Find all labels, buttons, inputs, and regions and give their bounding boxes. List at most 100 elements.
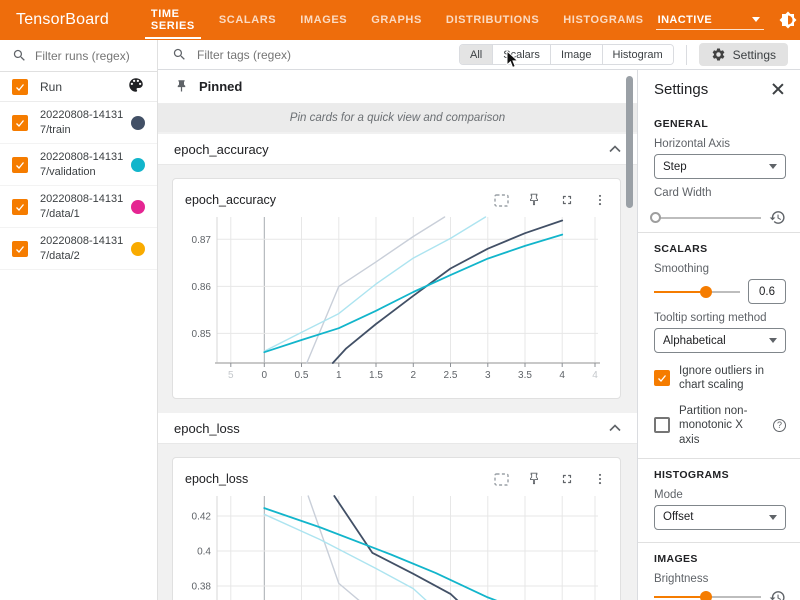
ignore-outliers-checkbox[interactable] xyxy=(654,370,670,386)
pin-card-icon[interactable] xyxy=(526,471,542,487)
run-row[interactable]: 20220808-141317/data/1 xyxy=(0,186,157,228)
settings-toggle-button[interactable]: Settings xyxy=(699,43,788,66)
help-icon[interactable]: ? xyxy=(773,419,786,432)
search-icon xyxy=(12,48,27,63)
run-checkbox[interactable] xyxy=(12,241,28,257)
brightness-slider[interactable] xyxy=(654,591,761,600)
filter-image-button[interactable]: Image xyxy=(551,45,603,64)
app-logo: TensorBoard xyxy=(16,11,109,29)
svg-text:0.5: 0.5 xyxy=(295,370,309,381)
tooltip-sorting-label: Tooltip sorting method xyxy=(654,312,786,324)
card-width-slider[interactable] xyxy=(654,212,761,224)
cards-scroll-area[interactable]: Pinned Pin cards for a quick view and co… xyxy=(158,70,637,600)
histogram-mode-dropdown[interactable]: Offset xyxy=(654,505,786,530)
tags-toolbar: All Scalars Image Histogram Settings xyxy=(158,40,800,70)
restore-icon xyxy=(769,589,786,600)
svg-text:3: 3 xyxy=(485,370,491,381)
tooltip-sorting-dropdown[interactable]: Alphabetical xyxy=(654,328,786,353)
chevron-down-icon xyxy=(769,338,777,343)
pin-card-icon[interactable] xyxy=(526,192,542,208)
filter-all-button[interactable]: All xyxy=(460,45,493,64)
tab-graphs[interactable]: GRAPHS xyxy=(359,0,434,40)
svg-text:0.86: 0.86 xyxy=(192,282,212,293)
svg-text:1: 1 xyxy=(336,370,342,381)
chevron-up-icon[interactable] xyxy=(609,145,621,153)
run-row[interactable]: 20220808-141317/train xyxy=(0,102,157,144)
filter-histogram-button[interactable]: Histogram xyxy=(603,45,673,64)
run-row[interactable]: 20220808-141317/data/2 xyxy=(0,228,157,270)
filter-runs-input[interactable] xyxy=(35,49,145,63)
tab-images[interactable]: IMAGES xyxy=(288,0,359,40)
reset-card-width-button[interactable] xyxy=(769,209,786,226)
reset-brightness-button[interactable] xyxy=(769,589,786,600)
chevron-down-icon xyxy=(769,515,777,520)
filter-runs-row xyxy=(0,40,157,72)
line-chart-epoch-accuracy[interactable]: 0.850.860.87500.511.522.533.544 xyxy=(185,213,608,388)
scalar-card-epoch-accuracy: epoch_accuracy 0.850.860.87500.511.522.5… xyxy=(172,178,621,399)
reload-status-value: INACTIVE xyxy=(658,14,713,26)
tag-type-filter-group: All Scalars Image Histogram xyxy=(459,44,674,65)
toolbar-divider xyxy=(686,45,687,65)
nav-tabs: TIME SERIES SCALARS IMAGES GRAPHS DISTRI… xyxy=(139,0,656,40)
run-row[interactable]: 20220808-141317/validation xyxy=(0,144,157,186)
svg-text:0.85: 0.85 xyxy=(192,329,212,340)
run-list: 20220808-141317/train 20220808-141317/va… xyxy=(0,102,157,270)
runs-sidebar: Run 20220808-141317/train 20220808-14131… xyxy=(0,40,158,600)
general-section-label: GENERAL xyxy=(654,118,786,130)
histograms-section-label: HISTOGRAMS xyxy=(654,469,786,481)
kebab-menu-icon[interactable] xyxy=(592,192,608,208)
partition-x-axis-row[interactable]: Partition non-monotonic X axis ? xyxy=(654,404,786,447)
card-width-label: Card Width xyxy=(654,187,786,199)
run-color-dot xyxy=(131,116,145,130)
tab-distributions[interactable]: DISTRIBUTIONS xyxy=(434,0,551,40)
smoothing-slider[interactable] xyxy=(654,286,740,298)
pin-icon xyxy=(174,79,189,94)
card-title: epoch_accuracy xyxy=(185,193,276,207)
partition-x-axis-checkbox[interactable] xyxy=(654,417,670,433)
search-icon xyxy=(172,47,187,62)
theme-toggle-button[interactable] xyxy=(778,10,798,30)
reload-status-dropdown[interactable]: INACTIVE xyxy=(656,11,764,30)
scalar-card-epoch-loss: epoch_loss 0.420.40.380.36 xyxy=(172,457,621,600)
tab-scalars[interactable]: SCALARS xyxy=(207,0,288,40)
settings-panel-title: Settings xyxy=(654,81,708,98)
filter-scalars-button[interactable]: Scalars xyxy=(493,45,551,64)
section-header-epoch-accuracy[interactable]: epoch_accuracy xyxy=(158,134,637,165)
tab-time-series[interactable]: TIME SERIES xyxy=(139,0,207,40)
fullscreen-icon[interactable] xyxy=(559,471,575,487)
histogram-mode-label: Mode xyxy=(654,489,786,501)
close-icon[interactable] xyxy=(770,81,786,97)
vertical-scrollbar[interactable] xyxy=(626,76,633,208)
svg-text:4: 4 xyxy=(559,370,565,381)
kebab-menu-icon[interactable] xyxy=(592,471,608,487)
images-section-label: IMAGES xyxy=(654,553,786,565)
fullscreen-icon[interactable] xyxy=(559,192,575,208)
svg-text:3.5: 3.5 xyxy=(518,370,532,381)
run-checkbox[interactable] xyxy=(12,199,28,215)
palette-icon[interactable] xyxy=(127,76,145,97)
run-name: 20220808-141317/train xyxy=(40,108,124,138)
svg-text:0.38: 0.38 xyxy=(192,582,212,593)
pinned-section-header: Pinned xyxy=(158,70,637,104)
svg-text:5: 5 xyxy=(228,370,234,381)
horizontal-axis-dropdown[interactable]: Step xyxy=(654,154,786,179)
card-title: epoch_loss xyxy=(185,472,248,486)
ignore-outliers-row[interactable]: Ignore outliers in chart scaling xyxy=(654,364,786,393)
fit-domain-icon[interactable] xyxy=(493,471,509,487)
select-all-runs-checkbox[interactable] xyxy=(12,79,28,95)
scalars-section-label: SCALARS xyxy=(654,243,786,255)
section-header-epoch-loss[interactable]: epoch_loss xyxy=(158,413,637,444)
smoothing-label: Smoothing xyxy=(654,263,786,275)
smoothing-value-input[interactable] xyxy=(748,279,786,304)
chevron-up-icon[interactable] xyxy=(609,424,621,432)
horizontal-axis-label: Horizontal Axis xyxy=(654,138,786,150)
svg-text:0.42: 0.42 xyxy=(192,512,212,523)
tab-histograms[interactable]: HISTOGRAMS xyxy=(551,0,655,40)
fit-domain-icon[interactable] xyxy=(493,192,509,208)
chart-svg: 0.420.40.380.36 xyxy=(185,492,602,600)
line-chart-epoch-loss[interactable]: 0.420.40.380.36 xyxy=(185,492,608,600)
run-checkbox[interactable] xyxy=(12,115,28,131)
run-checkbox[interactable] xyxy=(12,157,28,173)
filter-tags-input[interactable] xyxy=(197,48,397,62)
run-name: 20220808-141317/data/1 xyxy=(40,192,124,222)
